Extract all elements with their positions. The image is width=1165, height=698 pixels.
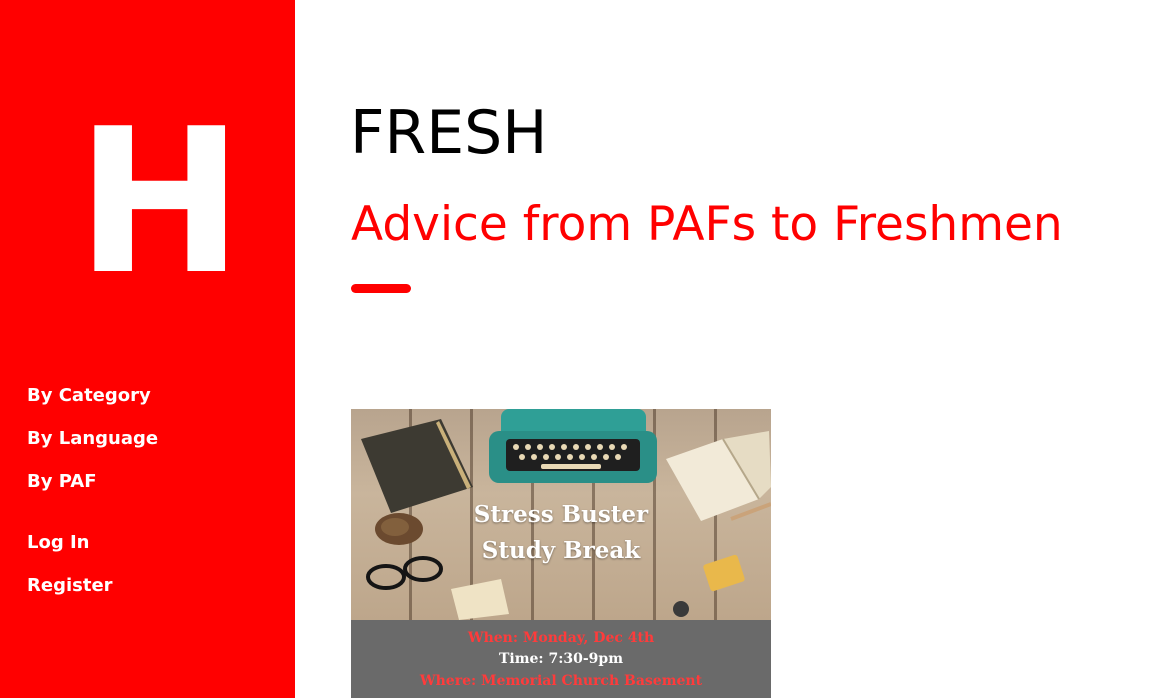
flyer-time-text: Time: 7:30-9pm <box>498 651 624 667</box>
decor-icon <box>673 601 689 617</box>
flyer-headline-line2: Study Break <box>481 537 641 564</box>
study-break-flyer-image[interactable]: Stress Buster Study Break When: Monday, … <box>351 409 771 698</box>
site-logo[interactable]: H <box>76 103 243 303</box>
page-title: FRESH <box>350 98 548 168</box>
flyer-when-text: When: Monday, Dec 4th <box>467 630 655 646</box>
typewriter-icon <box>489 409 657 483</box>
nav-by-paf[interactable]: By PAF <box>27 471 97 492</box>
nav-by-language[interactable]: By Language <box>27 428 158 449</box>
log-in-link[interactable]: Log In <box>27 532 90 553</box>
flyer-headline-line1: Stress Buster <box>473 501 649 528</box>
register-link[interactable]: Register <box>27 575 113 596</box>
sidebar: H By Category By Language By PAF Log In … <box>0 0 295 698</box>
notebook-icon <box>361 419 473 513</box>
flyer-where-text: Where: Memorial Church Basement <box>419 673 703 689</box>
page-subtitle: Advice from PAFs to Freshmen <box>351 197 1063 252</box>
nav-by-category[interactable]: By Category <box>27 385 151 406</box>
note-card-icon <box>451 579 509 620</box>
title-underline <box>351 284 411 293</box>
